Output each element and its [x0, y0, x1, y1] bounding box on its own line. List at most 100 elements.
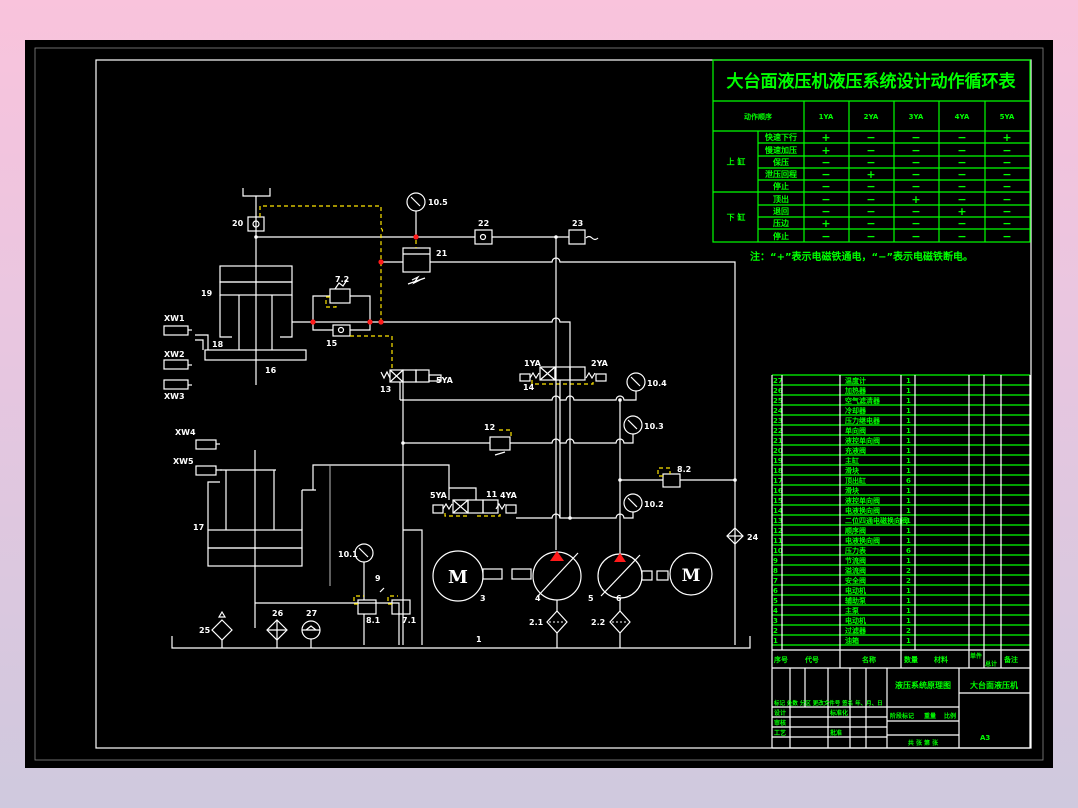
- part-quantity: 1: [906, 607, 911, 615]
- cycle-row: 慢速加压 + − − − −: [765, 144, 1012, 157]
- electro-hydraulic-valve-14[interactable]: [519, 366, 607, 385]
- solenoid-state: −: [957, 131, 966, 144]
- valve-21[interactable]: [402, 247, 431, 273]
- part-number: 26: [773, 387, 783, 395]
- parts-list-row: 6 电动机 1: [773, 586, 911, 595]
- pressure-gauge-10-2[interactable]: [623, 493, 643, 513]
- solenoid-state: −: [866, 230, 875, 243]
- solenoid-state: −: [1002, 217, 1011, 230]
- parts-list-row: 25 空气滤清器 1: [773, 396, 911, 405]
- action-name: 慢速加压: [765, 145, 797, 155]
- part-name: 过滤器: [845, 626, 867, 635]
- pressure-gauge-10-3[interactable]: [623, 415, 643, 435]
- air-filter-25[interactable]: [211, 619, 233, 641]
- label-xw5: XW5: [173, 457, 194, 466]
- tb-header: 数量: [904, 655, 918, 664]
- hydraulic-schematic: 大台面液压机液压系统设计动作循环表 动作顺序 1YA 2YA 3YA 4YA 5…: [34, 47, 1044, 761]
- label-11: 11: [486, 490, 498, 499]
- relief-valve-7-2[interactable]: [329, 288, 351, 304]
- label-10-4: 10.4: [647, 379, 667, 388]
- part-quantity: 6: [906, 477, 911, 485]
- label-5: 5: [588, 594, 594, 603]
- motor-6[interactable]: M: [656, 552, 713, 596]
- approve-label: 批准: [830, 729, 842, 737]
- part-quantity: 1: [906, 427, 911, 435]
- review-label: 审核: [774, 719, 786, 727]
- electro-hydraulic-valve-11[interactable]: [432, 499, 517, 517]
- part-name: 二位四通电磁换向阀: [845, 516, 908, 525]
- part-number: 19: [773, 457, 783, 465]
- parts-list-row: 3 电动机 1: [773, 616, 911, 625]
- part-name: 辅助泵: [845, 596, 866, 605]
- part-name: 液控单向阀: [845, 436, 880, 445]
- cycle-row: 停止 − − − − −: [773, 230, 1012, 243]
- standard-label: 标准化: [829, 709, 848, 717]
- parts-list-row: 18 滑块 1: [773, 466, 911, 475]
- pressure-gauge-10-4[interactable]: [626, 372, 646, 392]
- parts-list-row: 5 辅助泵 1: [773, 596, 911, 605]
- sequence-valve-12[interactable]: [489, 436, 511, 451]
- stage-mark-label: 阶段标记: [890, 712, 914, 720]
- relief-valve-8-2[interactable]: [662, 473, 681, 488]
- motor-3[interactable]: M: [432, 550, 503, 602]
- solenoid-state: −: [957, 217, 966, 230]
- solenoid-state: −: [911, 131, 920, 144]
- sign-row: 标记 处数 分区 更改文件号 签名 年、月、日: [773, 699, 883, 707]
- label-16: 16: [265, 366, 277, 375]
- label-10-5: 10.5: [428, 198, 448, 207]
- label-10-3: 10.3: [644, 422, 664, 431]
- cad-drawing-canvas[interactable]: 大台面液压机液压系统设计动作循环表 动作顺序 1YA 2YA 3YA 4YA 5…: [25, 40, 1053, 768]
- part-quantity: 1: [906, 467, 911, 475]
- parts-list-row: 8 溢流阀 2: [773, 566, 911, 575]
- label-13: 13: [380, 385, 391, 394]
- label-4: 4: [535, 594, 541, 603]
- parts-list-row: 9 节流阀 1: [773, 556, 911, 565]
- label-25: 25: [199, 626, 211, 635]
- part-name: 顺序阀: [845, 526, 866, 535]
- part-name: 电液换向阀: [845, 536, 880, 545]
- label-23: 23: [572, 219, 583, 228]
- part-name: 液控单向阀: [845, 496, 880, 505]
- part-quantity: 1: [906, 527, 911, 535]
- oil-tank-1: [171, 636, 751, 649]
- scale-label: 比例: [944, 712, 956, 720]
- check-valve-15[interactable]: [332, 324, 351, 337]
- action-name: 快速下行: [765, 132, 797, 142]
- cycle-row: 泄压回程 − + − − −: [765, 168, 1012, 181]
- label-xw1: XW1: [164, 314, 185, 323]
- label-8-2: 8.2: [677, 465, 691, 474]
- check-valve-22[interactable]: [474, 229, 493, 245]
- solenoid-state: −: [866, 217, 875, 230]
- solenoid-valve-13[interactable]: [380, 369, 442, 383]
- part-number: 18: [773, 467, 783, 475]
- parts-list-row: 22 单向阀 1: [773, 426, 911, 435]
- action-name: 保压: [772, 157, 789, 167]
- part-quantity: 1: [906, 377, 911, 385]
- label-7-1: 7.1: [402, 616, 417, 625]
- part-quantity: 1: [906, 637, 911, 645]
- part-name: 油箱: [845, 636, 859, 645]
- solenoid-state: −: [821, 230, 830, 243]
- relief-valve-8-1[interactable]: [357, 599, 377, 615]
- label-9: 9: [375, 574, 381, 583]
- parts-list-row: 26 加热器 1: [773, 386, 911, 395]
- part-number: 2: [773, 627, 778, 635]
- parts-list-row: 14 电液换向阀 1: [773, 506, 911, 515]
- action-name: 停止: [773, 181, 789, 191]
- part-name: 单向阀: [845, 426, 866, 435]
- hydraulic-circuit: 20 22 23 10.5 21 19 16 18 7.2 15 XW1 XW2…: [163, 188, 759, 649]
- part-number: 15: [773, 497, 783, 505]
- part-number: 12: [773, 527, 783, 535]
- aux-pump-5[interactable]: [597, 553, 653, 599]
- part-number: 24: [773, 407, 783, 415]
- action-name: 停止: [773, 231, 789, 241]
- cylinder-group-label: 上 缸: [727, 157, 746, 167]
- pressure-relay-23[interactable]: [568, 229, 586, 245]
- main-pump-4[interactable]: [511, 551, 582, 601]
- safety-valve-7-1[interactable]: [391, 599, 411, 615]
- label-5ya-valve-13: 5YA: [436, 376, 454, 385]
- part-quantity: 1: [906, 387, 911, 395]
- part-quantity: 1: [906, 517, 911, 525]
- part-quantity: 2: [906, 577, 911, 585]
- label-3: 3: [480, 594, 486, 603]
